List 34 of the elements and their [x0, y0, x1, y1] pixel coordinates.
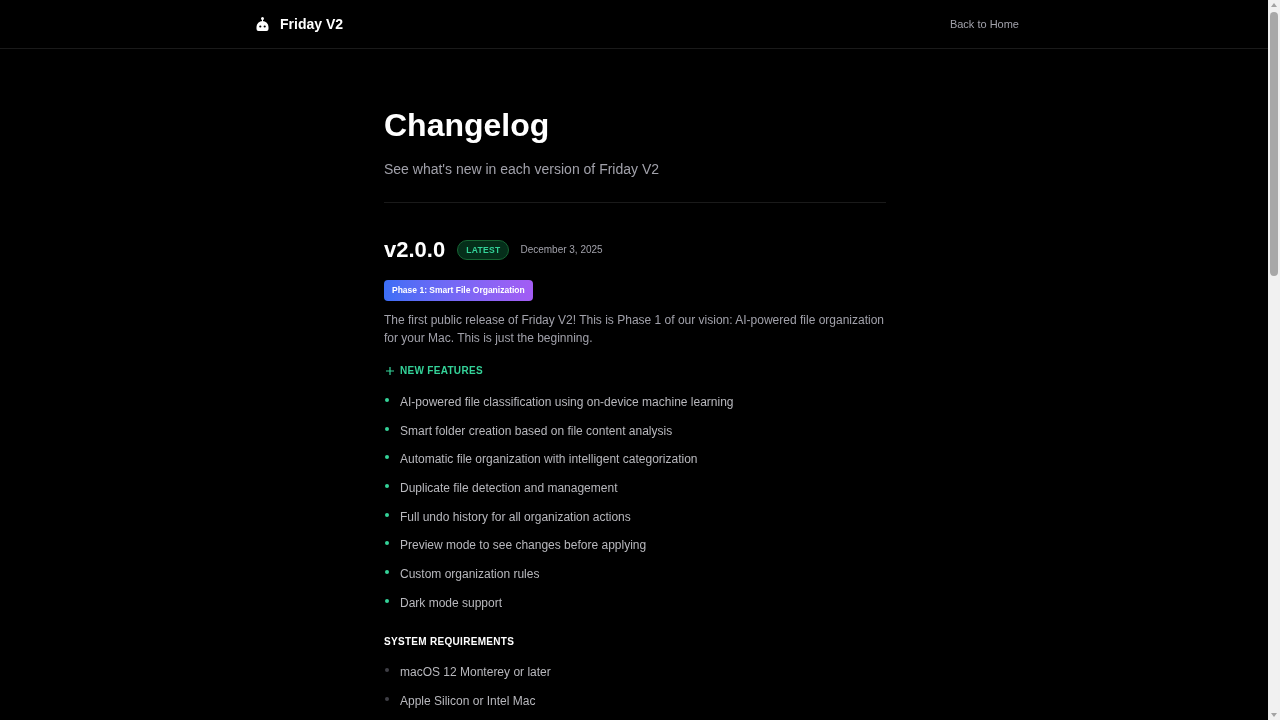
scrollbar[interactable] [1268, 0, 1280, 720]
bullet-icon [385, 570, 389, 575]
brand-name: Friday V2 [280, 15, 344, 34]
list-item-text: Preview mode to see changes before applying [400, 537, 647, 555]
latest-badge: LATEST [457, 240, 510, 260]
bullet-icon [385, 512, 389, 517]
page-title: Changelog [384, 106, 551, 145]
back-to-home-link[interactable]: Back to Home [949, 16, 1019, 32]
release-summary: The first public release of Friday V2! This is Phase 1 of our vision: AI-powered file organization for your Mac. This is just the beginning. [384, 312, 886, 347]
section-heading: NEW FEATURES [400, 364, 483, 378]
list-item-text: Smart folder creation based on file content analysis [400, 422, 673, 440]
bullet-icon [385, 667, 389, 672]
bullet-icon [385, 541, 389, 546]
bullet-icon [385, 398, 389, 402]
list-item-text: Dark mode support [400, 594, 503, 612]
list-item-text: Full undo history for all organization actions [400, 508, 631, 526]
list-item-text: Duplicate file detection and management [400, 480, 618, 498]
robot-logo-icon [256, 17, 269, 31]
list-item-text: macOS 12 Monterey or later [400, 663, 551, 681]
release-date: December 3, 2025 [520, 243, 603, 257]
version-number: v2.0.0 [384, 236, 446, 264]
bullet-icon [385, 696, 389, 701]
list-item-text: Automatic file organization with intelligent categorization [400, 451, 698, 469]
bullet-icon [385, 484, 389, 489]
page-subtitle: See what's new in each version of Friday V2 [384, 160, 661, 179]
list-item-text: Custom organization rules [400, 566, 540, 584]
phase-badge: Phase 1: Smart File Organization [384, 280, 533, 301]
bullet-icon [385, 426, 389, 431]
plus-icon [386, 367, 394, 375]
list-item-text: Apple Silicon or Intel Mac [400, 692, 536, 710]
list-item-text: AI-powered file classification using on-device machine learning [400, 394, 734, 411]
bullet-icon [385, 455, 389, 460]
section-heading: SYSTEM REQUIREMENTS [384, 634, 515, 649]
bullet-icon [385, 598, 389, 603]
